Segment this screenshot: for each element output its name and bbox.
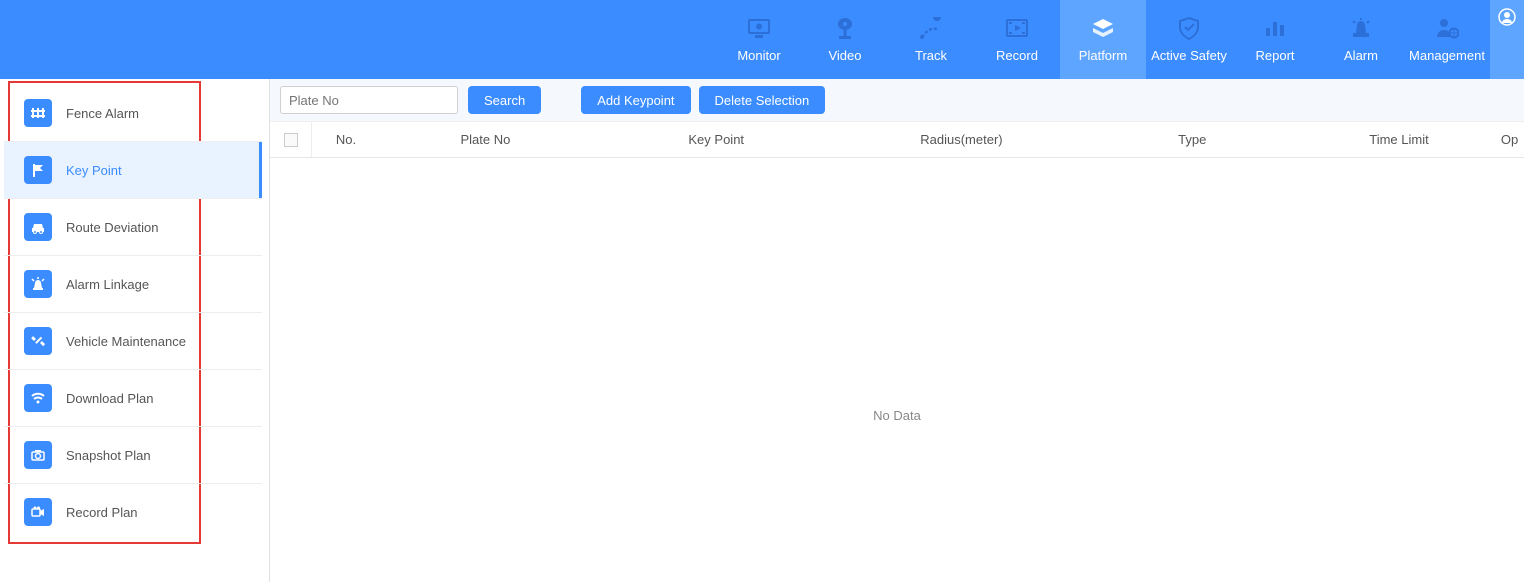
- tools-icon: [24, 327, 52, 355]
- sidebar-item-record-plan[interactable]: Record Plan: [4, 484, 262, 540]
- sidebar-item-label: Record Plan: [66, 505, 138, 520]
- sidebar-item-snapshot-plan[interactable]: Snapshot Plan: [4, 427, 262, 484]
- nav-tab-video[interactable]: Video: [802, 0, 888, 79]
- report-icon: [1263, 16, 1287, 40]
- user-menu[interactable]: [1490, 0, 1524, 79]
- sidebar-item-label: Key Point: [66, 163, 122, 178]
- nav-label: Video: [828, 48, 861, 63]
- sidebar-item-label: Fence Alarm: [66, 106, 139, 121]
- nav-tab-active-safety[interactable]: Active Safety: [1146, 0, 1232, 79]
- nav-tab-report[interactable]: Report: [1232, 0, 1318, 79]
- sidebar-item-label: Download Plan: [66, 391, 153, 406]
- search-button[interactable]: Search: [468, 86, 541, 114]
- monitor-icon: [747, 16, 771, 40]
- sidebar-item-fence-alarm[interactable]: Fence Alarm: [4, 85, 262, 142]
- nav-label: Report: [1255, 48, 1294, 63]
- nav-tab-monitor[interactable]: Monitor: [716, 0, 802, 79]
- alarm-icon: [1349, 16, 1373, 40]
- video-icon: [833, 16, 857, 40]
- nav-tab-track[interactable]: Track: [888, 0, 974, 79]
- platform-icon: [1091, 16, 1115, 40]
- nav-label: Monitor: [737, 48, 780, 63]
- camera-icon: [24, 441, 52, 469]
- table-header: No. Plate No Key Point Radius(meter) Typ…: [270, 122, 1524, 158]
- column-op: Op: [1495, 132, 1524, 147]
- sidebar-highlight-box: Fence Alarm Key Point Route Deviation Al…: [8, 81, 201, 544]
- flag-icon: [24, 156, 52, 184]
- record-icon: [1005, 16, 1029, 40]
- column-radius: Radius(meter): [841, 132, 1081, 147]
- management-icon: [1435, 16, 1459, 40]
- nav-tab-record[interactable]: Record: [974, 0, 1060, 79]
- column-timelimit: Time Limit: [1303, 132, 1495, 147]
- wifi-icon: [24, 384, 52, 412]
- nav-label: Alarm: [1344, 48, 1378, 63]
- nav-label: Platform: [1079, 48, 1127, 63]
- nav-label: Management: [1409, 48, 1485, 63]
- nav-label: Record: [996, 48, 1038, 63]
- sidebar: Fence Alarm Key Point Route Deviation Al…: [0, 79, 270, 582]
- sidebar-item-vehicle-maintenance[interactable]: Vehicle Maintenance: [4, 313, 262, 370]
- sidebar-item-label: Alarm Linkage: [66, 277, 149, 292]
- fence-icon: [24, 99, 52, 127]
- main-content: Search Add Keypoint Delete Selection No.…: [270, 79, 1524, 582]
- sidebar-item-label: Snapshot Plan: [66, 448, 151, 463]
- nav-tab-management[interactable]: Management: [1404, 0, 1490, 79]
- track-icon: [919, 16, 943, 40]
- toolbar: Search Add Keypoint Delete Selection: [270, 79, 1524, 122]
- siren-icon: [24, 270, 52, 298]
- sidebar-item-alarm-linkage[interactable]: Alarm Linkage: [4, 256, 262, 313]
- sidebar-item-download-plan[interactable]: Download Plan: [4, 370, 262, 427]
- car-icon: [24, 213, 52, 241]
- column-type: Type: [1082, 132, 1303, 147]
- nav-label: Track: [915, 48, 947, 63]
- plate-no-input[interactable]: [280, 86, 458, 114]
- column-plate: Plate No: [380, 132, 592, 147]
- sidebar-item-key-point[interactable]: Key Point: [4, 142, 262, 199]
- delete-selection-button[interactable]: Delete Selection: [699, 86, 826, 114]
- top-header: Monitor Video Track Record Platform: [0, 0, 1524, 79]
- add-keypoint-button[interactable]: Add Keypoint: [581, 86, 690, 114]
- select-all-checkbox[interactable]: [270, 122, 312, 157]
- sidebar-item-label: Route Deviation: [66, 220, 159, 235]
- nav-tabs: Monitor Video Track Record Platform: [716, 0, 1490, 79]
- shield-icon: [1177, 16, 1201, 40]
- videocam-icon: [24, 498, 52, 526]
- column-keypoint: Key Point: [591, 132, 841, 147]
- nav-tab-alarm[interactable]: Alarm: [1318, 0, 1404, 79]
- column-no: No.: [312, 132, 379, 147]
- user-icon: [1498, 8, 1516, 26]
- sidebar-item-label: Vehicle Maintenance: [66, 334, 186, 349]
- no-data-message: No Data: [270, 158, 1524, 423]
- nav-label: Active Safety: [1151, 48, 1227, 63]
- nav-tab-platform[interactable]: Platform: [1060, 0, 1146, 79]
- sidebar-item-route-deviation[interactable]: Route Deviation: [4, 199, 262, 256]
